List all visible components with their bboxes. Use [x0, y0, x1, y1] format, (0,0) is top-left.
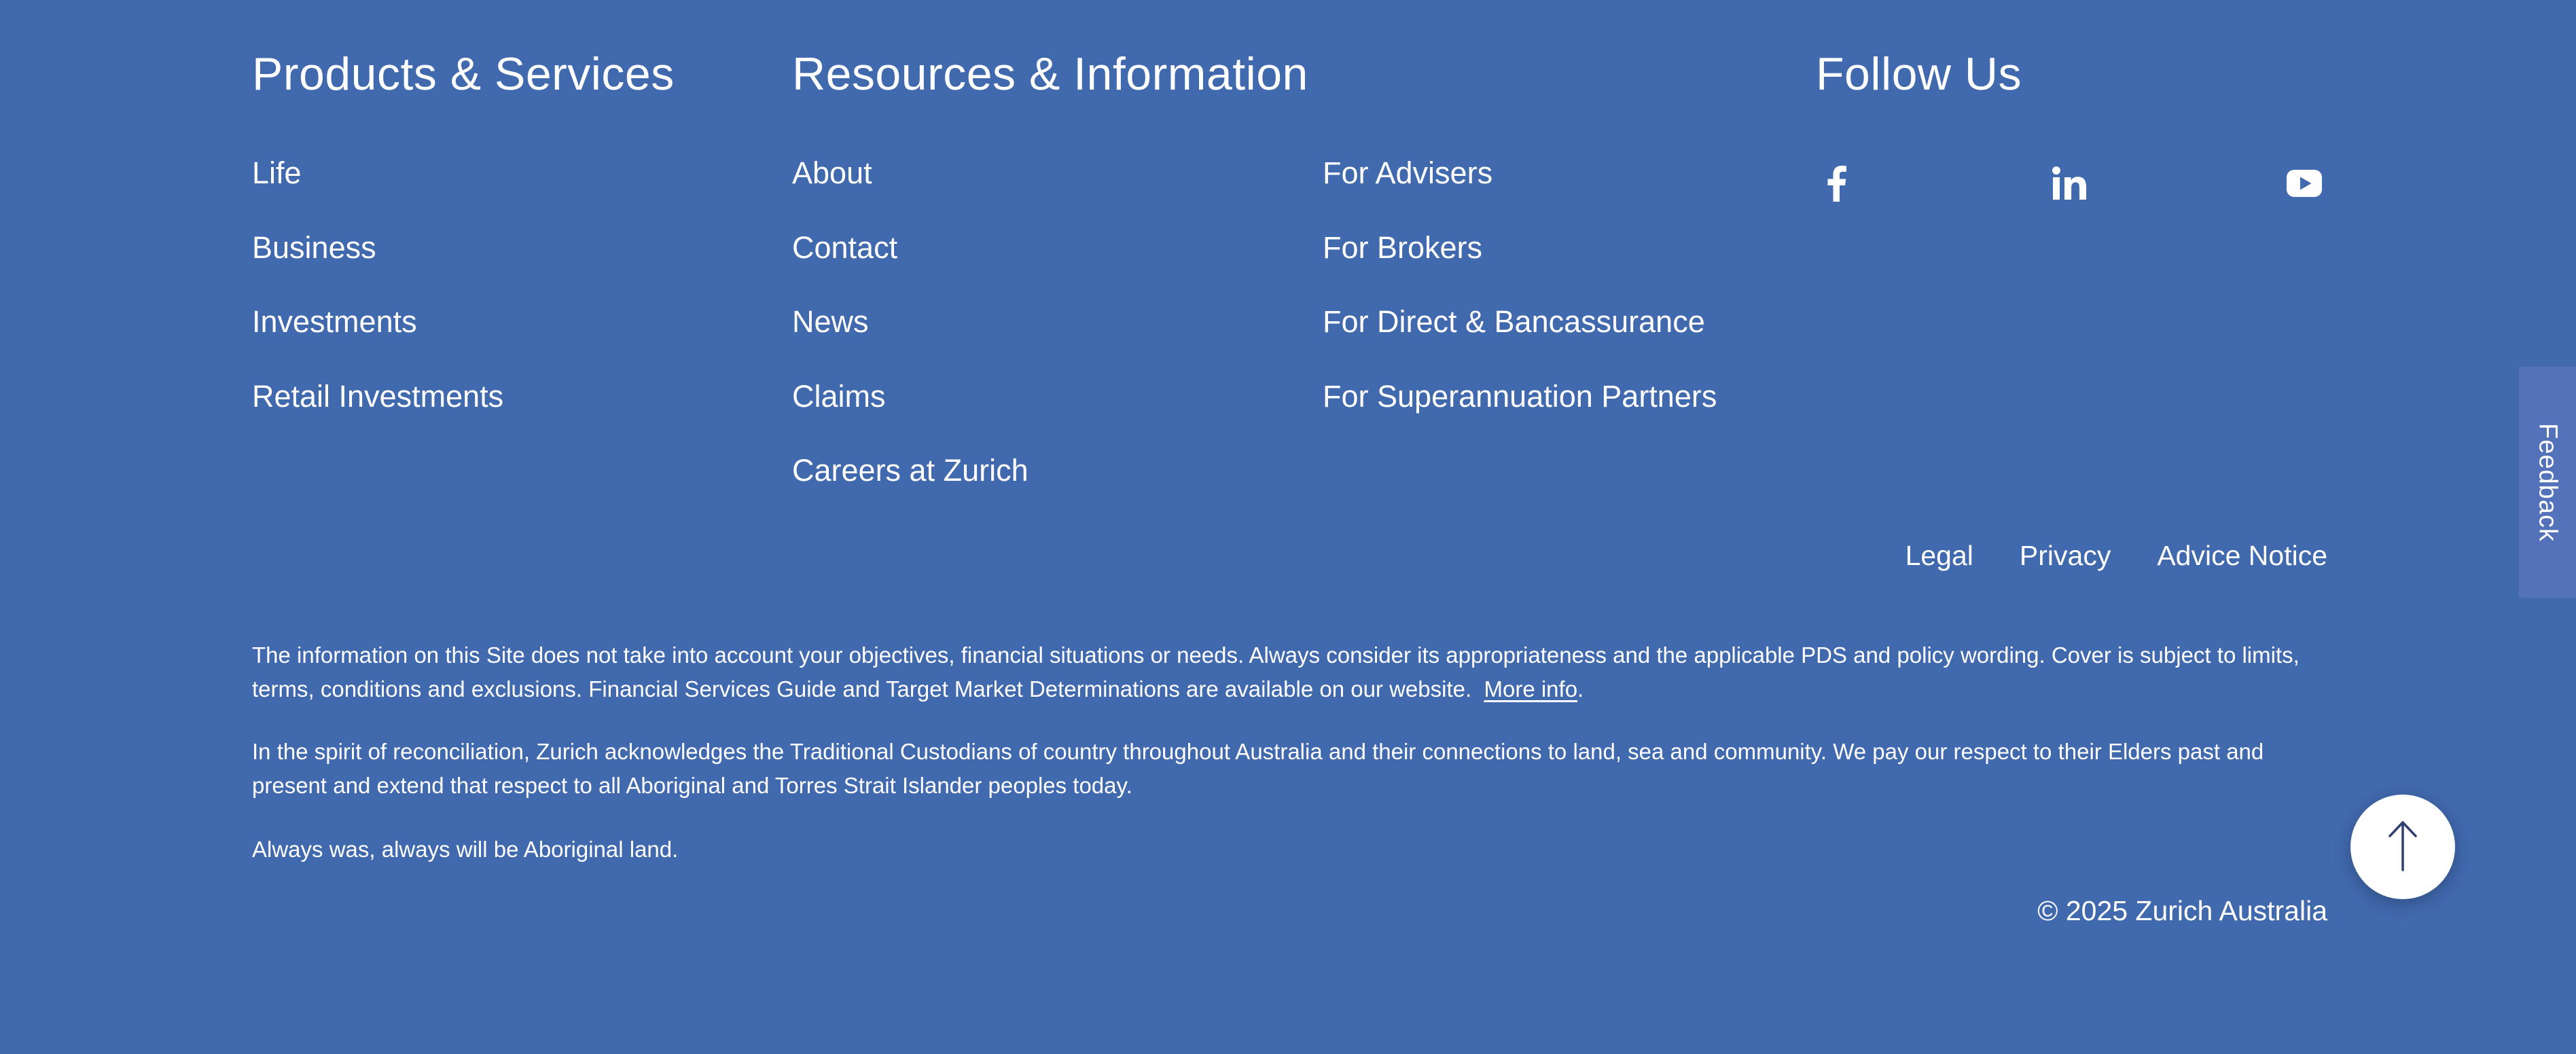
footer-link-item: Claims	[792, 374, 1028, 449]
products-services-heading: Products & Services	[252, 48, 675, 100]
footer-link-item: Business	[252, 225, 503, 300]
footer-link-item: Careers at Zurich	[792, 448, 1028, 523]
for-superannuation-partners-link[interactable]: For Superannuation Partners	[1323, 379, 1717, 414]
youtube-icon[interactable]	[2283, 162, 2326, 205]
linkedin-icon[interactable]	[2048, 162, 2092, 205]
footer-link-item: Life	[252, 151, 503, 225]
resources-list-primary: About Contact News Claims Careers at Zur…	[792, 151, 1028, 523]
footer-link-item: For Direct & Bancassurance	[1323, 299, 1717, 374]
resources-list-partners: For Advisers For Brokers For Direct & Ba…	[1323, 151, 1717, 448]
news-link[interactable]: News	[792, 304, 869, 339]
footer-link-item: For Advisers	[1323, 151, 1717, 225]
footer-link-item: Retail Investments	[252, 374, 503, 449]
acknowledgement-text: In the spirit of reconciliation, Zurich …	[252, 739, 2264, 798]
footer-link-item: News	[792, 299, 1028, 374]
site-footer: Products & Services Life Business Invest…	[0, 0, 2576, 1054]
retail-investments-link[interactable]: Retail Investments	[252, 379, 503, 414]
for-brokers-link[interactable]: For Brokers	[1323, 230, 1482, 265]
feedback-label: Feedback	[2533, 422, 2562, 542]
aboriginal-land-statement: Always was, always will be Aboriginal la…	[252, 837, 679, 862]
disclaimer-body: The information on this Site does not ta…	[252, 642, 2300, 702]
legal-links: Legal Privacy Advice Notice	[1906, 540, 2327, 572]
careers-link[interactable]: Careers at Zurich	[792, 453, 1028, 488]
life-link[interactable]: Life	[252, 156, 302, 190]
about-link[interactable]: About	[792, 156, 872, 190]
feedback-tab[interactable]: Feedback	[2519, 367, 2576, 598]
legal-link[interactable]: Legal	[1906, 540, 1973, 572]
claims-link[interactable]: Claims	[792, 379, 886, 414]
products-services-list: Life Business Investments Retail Investm…	[252, 151, 503, 448]
disclaimer-text: The information on this Site does not ta…	[252, 642, 2300, 702]
for-direct-bancassurance-link[interactable]: For Direct & Bancassurance	[1323, 304, 1705, 339]
arrow-up-icon	[2386, 818, 2420, 876]
footer-link-item: Contact	[792, 225, 1028, 300]
contact-link[interactable]: Contact	[792, 230, 897, 265]
footer-link-item: For Superannuation Partners	[1323, 374, 1717, 449]
footer-link-item: Investments	[252, 299, 503, 374]
copyright-notice: © 2025 Zurich Australia	[2037, 895, 2327, 926]
footer-link-item: For Brokers	[1323, 225, 1717, 300]
resources-information-heading: Resources & Information	[792, 48, 1308, 100]
back-to-top-button[interactable]	[2350, 795, 2455, 899]
business-link[interactable]: Business	[252, 230, 376, 265]
facebook-icon[interactable]	[1815, 162, 1859, 205]
footer-link-item: About	[792, 151, 1028, 225]
follow-us-heading: Follow Us	[1816, 48, 2022, 100]
investments-link[interactable]: Investments	[252, 304, 417, 339]
privacy-link[interactable]: Privacy	[2020, 540, 2111, 572]
more-info-link[interactable]: More info	[1484, 676, 1577, 702]
advice-notice-link[interactable]: Advice Notice	[2157, 540, 2327, 572]
for-advisers-link[interactable]: For Advisers	[1323, 156, 1492, 190]
